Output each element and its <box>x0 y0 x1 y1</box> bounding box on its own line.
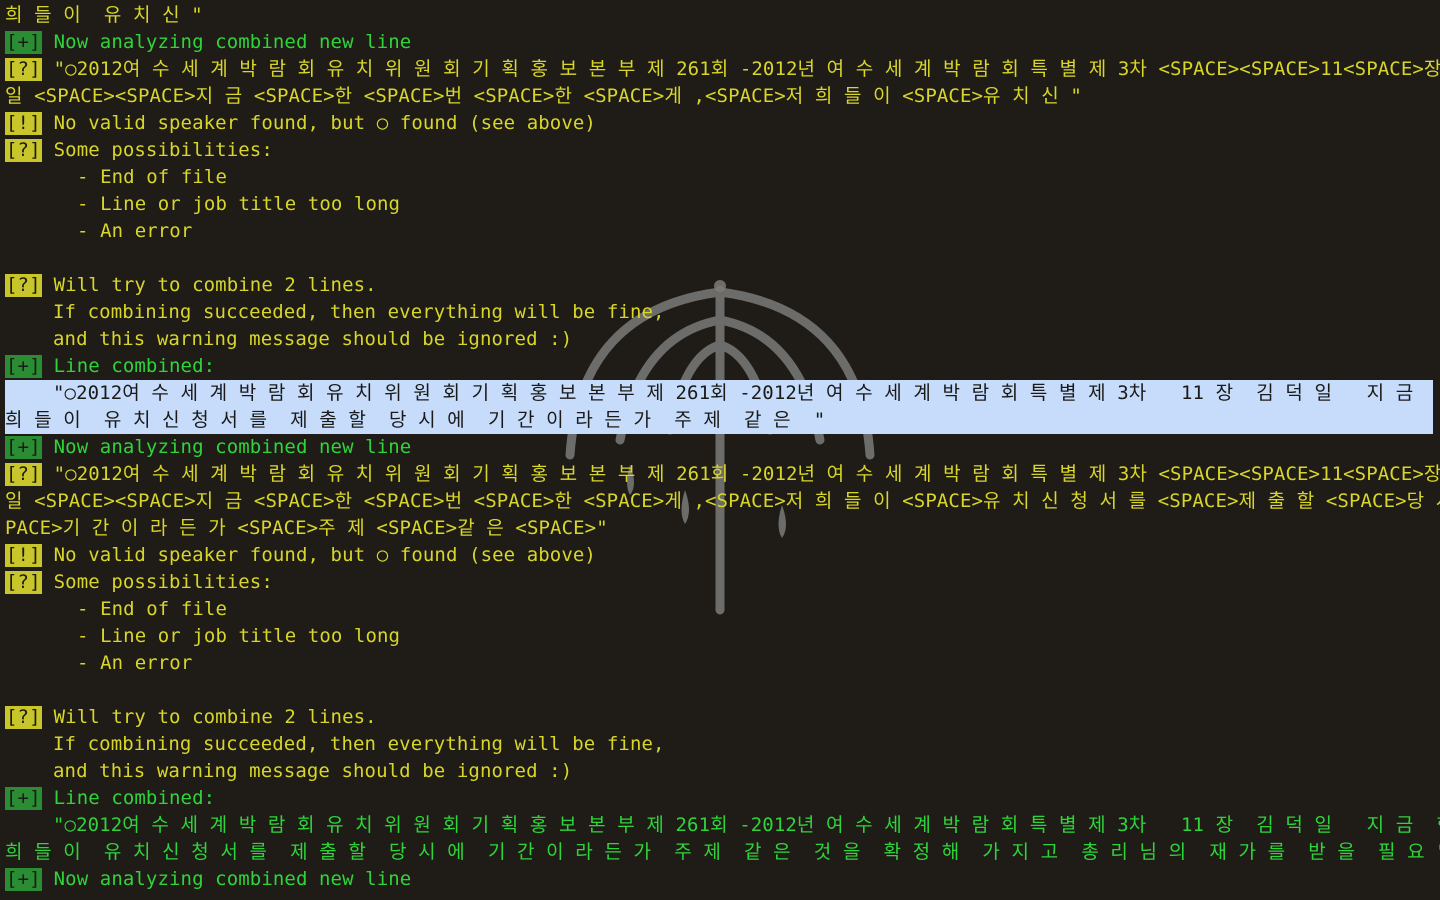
line-text: If combining succeeded, then everything … <box>53 301 665 323</box>
terminal-output: 희 들 이 유 치 신 " [+] Now analyzing combined … <box>0 2 1440 893</box>
terminal-window[interactable]: 희 들 이 유 치 신 " [+] Now analyzing combined … <box>0 0 1440 900</box>
line-text: "○2012여 수 세 계 박 람 회 유 치 위 원 회 기 획 홍 보 본 … <box>53 58 1440 80</box>
status-badge: [?] <box>5 139 42 162</box>
output-line: If combining succeeded, then everything … <box>0 731 1440 758</box>
output-line: and this warning message should be ignor… <box>0 758 1440 785</box>
output-line: If combining succeeded, then everything … <box>0 299 1440 326</box>
status-badge: [!] <box>5 544 42 567</box>
output-line: 일 <SPACE><SPACE>지 금 <SPACE>한 <SPACE>번 <S… <box>0 488 1440 515</box>
status-badge: [?] <box>5 706 42 729</box>
line-text: If combining succeeded, then everything … <box>53 733 665 755</box>
selected-line[interactable]: 희 들 이 유 치 신 청 서 를 제 출 할 당 시 에 기 간 이 라 든 … <box>5 407 1433 434</box>
status-badge: [?] <box>5 274 42 297</box>
status-badge: [!] <box>5 112 42 135</box>
status-badge: [+] <box>5 31 42 54</box>
line-text: and this warning message should be ignor… <box>53 760 573 782</box>
output-line: 일 <SPACE><SPACE>지 금 <SPACE>한 <SPACE>번 <S… <box>0 83 1440 110</box>
query-line: [?] "○2012여 수 세 계 박 람 회 유 치 위 원 회 기 획 홍 보… <box>0 461 1440 488</box>
line-text: Some possibilities: <box>53 139 273 161</box>
list-item: - Line or job title too long <box>0 623 1440 650</box>
line-text: Some possibilities: <box>53 571 273 593</box>
query-line: [?] Some possibilities: <box>0 137 1440 164</box>
line-text: - Line or job title too long <box>77 193 401 215</box>
line-text: PACE>기 간 이 라 든 가 <SPACE>주 제 <SPACE>같 은 <… <box>5 517 608 539</box>
status-badge: [+] <box>5 436 42 459</box>
warning-line: [!] No valid speaker found, but ○ found (… <box>0 110 1440 137</box>
line-text: Will try to combine 2 lines. <box>53 274 377 296</box>
line-text: "○2012여 수 세 계 박 람 회 유 치 위 원 회 기 획 홍 보 본 … <box>53 463 1440 485</box>
warning-line: [!] No valid speaker found, but ○ found (… <box>0 542 1440 569</box>
line-text: No valid speaker found, but ○ found (see… <box>53 544 596 566</box>
list-item: - End of file <box>0 596 1440 623</box>
line-text: - An error <box>77 220 193 242</box>
output-line: 희 들 이 유 치 신 " <box>0 2 1440 29</box>
query-line: [?] Some possibilities: <box>0 569 1440 596</box>
output-line: PACE>기 간 이 라 든 가 <SPACE>주 제 <SPACE>같 은 <… <box>0 515 1440 542</box>
status-line: [+] Now analyzing combined new line <box>0 29 1440 56</box>
status-badge: [?] <box>5 571 42 594</box>
query-line: [?] Will try to combine 2 lines. <box>0 272 1440 299</box>
status-line: [+] Now analyzing combined new line <box>0 866 1440 893</box>
line-text: 희 들 이 유 치 신 청 서 를 제 출 할 당 시 에 기 간 이 라 든 … <box>5 409 826 431</box>
line-text: 일 <SPACE><SPACE>지 금 <SPACE>한 <SPACE>번 <S… <box>5 85 1082 107</box>
status-badge: [+] <box>5 868 42 891</box>
status-badge: [?] <box>5 58 42 81</box>
status-line: [+] Line combined: <box>0 353 1440 380</box>
list-item: - An error <box>0 650 1440 677</box>
line-text: Now analyzing combined new line <box>53 436 412 458</box>
line-text: Line combined: <box>53 787 216 809</box>
output-line: and this warning message should be ignor… <box>0 326 1440 353</box>
line-text: Line combined: <box>53 355 216 377</box>
list-item: - End of file <box>0 164 1440 191</box>
query-line: [?] Will try to combine 2 lines. <box>0 704 1440 731</box>
line-text: Now analyzing combined new line <box>53 31 412 53</box>
line-text: No valid speaker found, but ○ found (see… <box>53 112 596 134</box>
line-text: - End of file <box>77 166 228 188</box>
selected-line[interactable]: "○2012여 수 세 계 박 람 회 유 치 위 원 회 기 획 홍 보 본 … <box>5 380 1433 407</box>
line-text: "○2012여 수 세 계 박 람 회 유 치 위 원 회 기 획 홍 보 본 … <box>53 814 1440 836</box>
line-text: - An error <box>77 652 193 674</box>
status-badge: [?] <box>5 463 42 486</box>
output-line: "○2012여 수 세 계 박 람 회 유 치 위 원 회 기 획 홍 보 본 … <box>0 812 1440 839</box>
line-text: 희 들 이 유 치 신 " <box>5 4 203 26</box>
status-badge: [+] <box>5 787 42 810</box>
status-line: [+] Now analyzing combined new line <box>0 434 1440 461</box>
list-item: - Line or job title too long <box>0 191 1440 218</box>
line-text: "○2012여 수 세 계 박 람 회 유 치 위 원 회 기 획 홍 보 본 … <box>53 382 1414 404</box>
output-line: 희 들 이 유 치 신 청 서 를 제 출 할 당 시 에 기 간 이 라 든 … <box>0 839 1440 866</box>
line-text: Will try to combine 2 lines. <box>53 706 377 728</box>
query-line: [?] "○2012여 수 세 계 박 람 회 유 치 위 원 회 기 획 홍 보… <box>0 56 1440 83</box>
status-badge: [+] <box>5 355 42 378</box>
line-text: Now analyzing combined new line <box>53 868 412 890</box>
line-text: 희 들 이 유 치 신 청 서 를 제 출 할 당 시 에 기 간 이 라 든 … <box>5 841 1440 863</box>
status-line: [+] Line combined: <box>0 785 1440 812</box>
list-item: - An error <box>0 218 1440 245</box>
line-text: - End of file <box>77 598 228 620</box>
line-text: - Line or job title too long <box>77 625 401 647</box>
line-text: and this warning message should be ignor… <box>53 328 573 350</box>
line-text: 일 <SPACE><SPACE>지 금 <SPACE>한 <SPACE>번 <S… <box>5 490 1440 512</box>
